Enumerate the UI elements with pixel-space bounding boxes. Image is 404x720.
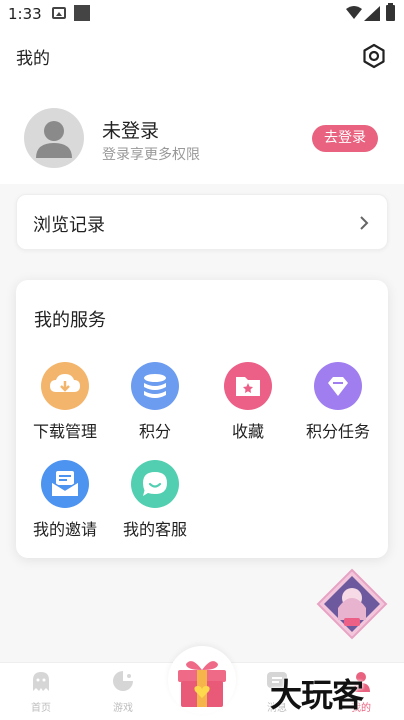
avatar[interactable] [24,108,84,168]
battery-icon [386,3,395,21]
service-label: 积分任务 [305,422,370,441]
browsing-history-label: 浏览记录 [33,215,105,236]
username: 未登录 [102,120,160,142]
tab-games[interactable]: 游戏 [93,669,153,717]
ghost-icon [33,672,49,691]
tab-home[interactable]: 首页 [11,669,71,717]
app-notification-icon [74,5,90,21]
wifi-icon [346,6,362,19]
coins-icon [131,362,179,410]
invite-mail-icon [41,460,89,508]
chat-icon [131,460,179,508]
service-download[interactable]: 下载管理 [20,362,110,442]
profile-section: 未登录 登录享更多权限 去登录 [0,84,404,184]
service-invite[interactable]: 我的邀请 [20,460,110,540]
browsing-history-row[interactable]: 浏览记录 [16,194,388,250]
image-notification-icon [52,7,66,19]
services-title: 我的服务 [34,310,106,331]
service-points[interactable]: 积分 [110,362,200,442]
service-label: 我的客服 [122,520,187,539]
gamepad-icon [113,671,133,691]
login-button[interactable]: 去登录 [312,125,378,152]
service-point-tasks[interactable]: 积分任务 [293,362,383,442]
mascot-badge-icon[interactable] [316,568,388,640]
service-favorites[interactable]: 收藏 [203,362,293,442]
gift-icon [178,661,226,707]
signal-icon [364,6,380,21]
tab-label: 游戏 [113,703,133,714]
gift-button[interactable] [168,646,236,714]
download-icon [41,362,89,410]
chevron-right-icon [360,216,369,230]
login-hint: 登录享更多权限 [102,147,200,163]
watermark-logo: 大玩客 [270,676,364,714]
service-customer-support[interactable]: 我的客服 [110,460,200,540]
status-time: 1:33 [8,5,42,23]
tab-label: 首页 [31,703,51,714]
services-card: 我的服务 下载管理 积分 收藏 积分任务 我的邀请 我的客服 [16,280,388,558]
gear-icon[interactable] [360,42,388,70]
folder-star-icon [224,362,272,410]
page-title: 我的 [16,49,50,69]
gem-icon [314,362,362,410]
status-bar: 1:33 [0,0,404,28]
user-avatar-icon [36,121,72,158]
page-header: 我的 [0,28,404,84]
